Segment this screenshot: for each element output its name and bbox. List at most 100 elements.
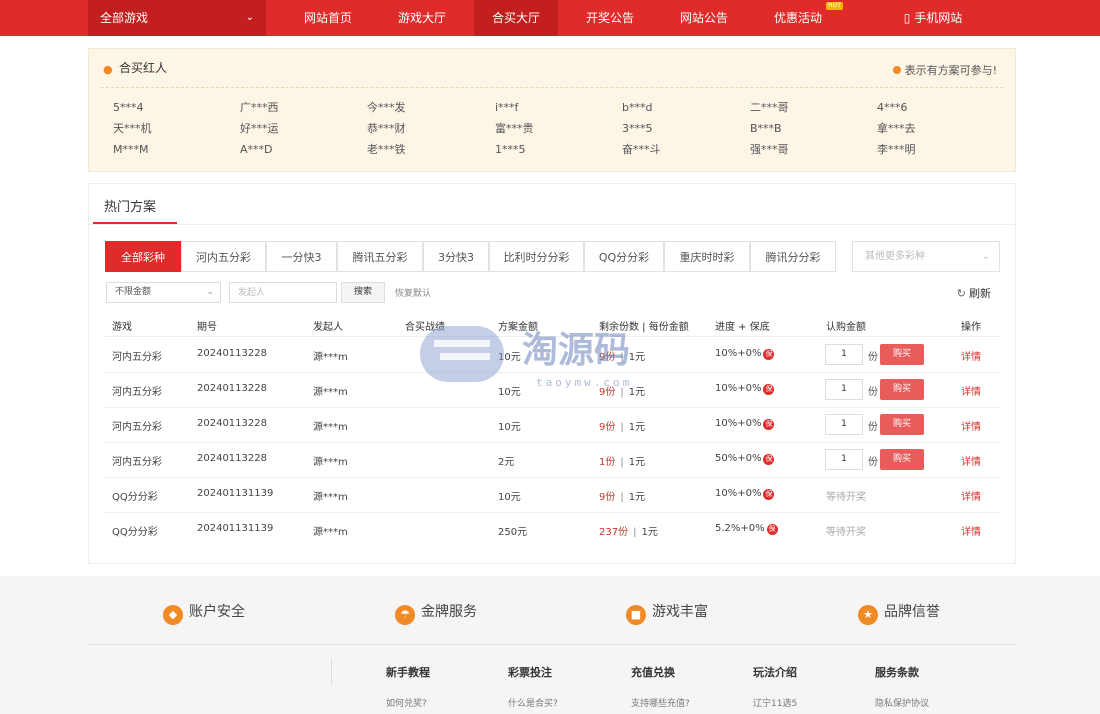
- red-person-name[interactable]: 3***5: [622, 122, 653, 135]
- footer-link[interactable]: 什么是合买?: [508, 696, 558, 709]
- red-person-name[interactable]: M***M: [113, 143, 148, 156]
- all-games-dropdown[interactable]: 全部游戏 ⌄: [88, 0, 266, 36]
- shield-icon: ◆: [163, 605, 183, 625]
- per-share-amount: 1元: [641, 527, 658, 538]
- red-person-name[interactable]: 富***贵: [495, 122, 534, 135]
- progress-value: 10%+0%: [715, 418, 762, 429]
- red-person-name[interactable]: 李***明: [877, 143, 916, 156]
- guarantee-icon: 保: [763, 489, 775, 500]
- search-button[interactable]: 搜索: [341, 282, 385, 303]
- separator: |: [633, 527, 637, 538]
- detail-link[interactable]: 详情: [961, 488, 981, 503]
- red-person-name[interactable]: A***D: [240, 143, 273, 156]
- red-person-name[interactable]: 今***发: [367, 101, 406, 114]
- red-person-name[interactable]: B***B: [750, 122, 782, 135]
- red-person-name[interactable]: 4***6: [877, 101, 908, 114]
- lottery-tab[interactable]: 一分快3: [266, 241, 337, 272]
- red-person-name[interactable]: i***f: [495, 101, 518, 114]
- col-progress: 进度 + 保底: [715, 322, 770, 333]
- row-game: 河内五分彩: [112, 457, 162, 468]
- red-person-name[interactable]: 1***5: [495, 143, 526, 156]
- row-issue: 20240113228: [197, 348, 267, 359]
- red-person-name[interactable]: 广***西: [240, 101, 279, 114]
- divider: [88, 644, 1016, 645]
- row-plan-amount: 10元: [498, 422, 521, 433]
- nav-mobile-label: 手机网站: [914, 11, 963, 25]
- lottery-tab[interactable]: QQ分分彩: [584, 241, 664, 272]
- row-progress: 10%+0% 保: [715, 348, 775, 360]
- per-share-amount: 1元: [628, 422, 646, 433]
- all-games-label: 全部游戏: [100, 11, 149, 25]
- quantity-input[interactable]: 1: [825, 379, 863, 400]
- separator: |: [620, 387, 624, 398]
- feature-label: 品牌信誉: [884, 604, 940, 620]
- col-action: 操作: [961, 322, 981, 333]
- quantity-input[interactable]: 1: [825, 344, 863, 365]
- buy-button[interactable]: 购买: [880, 414, 924, 435]
- quantity-input[interactable]: 1: [825, 449, 863, 470]
- detail-link[interactable]: 详情: [961, 418, 981, 433]
- red-person-name[interactable]: 恭***财: [367, 122, 406, 135]
- detail-link[interactable]: 详情: [961, 383, 981, 398]
- progress-value: 10%+0%: [715, 488, 762, 499]
- refresh-icon: ↻: [956, 287, 966, 300]
- buy-button[interactable]: 购买: [880, 379, 924, 400]
- divider: [103, 512, 1001, 513]
- amount-filter-select[interactable]: 不限金额 ⌄: [106, 282, 221, 303]
- row-game: QQ分分彩: [112, 527, 158, 538]
- detail-link[interactable]: 详情: [961, 453, 981, 468]
- buy-button[interactable]: 购买: [880, 449, 924, 470]
- buy-button[interactable]: 购买: [880, 344, 924, 365]
- nav-draw-notice[interactable]: 开奖公告: [568, 0, 652, 36]
- red-person-name[interactable]: b***d: [622, 101, 652, 114]
- guarantee-icon: 保: [763, 349, 775, 360]
- separator: |: [620, 422, 624, 433]
- footer-col-title: 彩票投注: [508, 666, 552, 679]
- lottery-tab[interactable]: 3分快3: [423, 241, 489, 272]
- refresh-button[interactable]: ↻ 刷新: [957, 285, 991, 301]
- row-plan-amount: 2元: [498, 457, 515, 468]
- row-plan-amount: 10元: [498, 492, 521, 503]
- feature-label: 金牌服务: [421, 604, 477, 620]
- footer-link[interactable]: 如何兑奖?: [386, 696, 427, 709]
- quantity-input[interactable]: 1: [825, 414, 863, 435]
- red-person-name[interactable]: 奋***斗: [622, 143, 661, 156]
- red-person-name[interactable]: 老***铁: [367, 143, 406, 156]
- detail-link[interactable]: 详情: [961, 523, 981, 538]
- lottery-tab[interactable]: 腾讯分分彩: [750, 241, 836, 272]
- lottery-tab[interactable]: 河内五分彩: [181, 241, 266, 272]
- nav-home[interactable]: 网站首页: [286, 0, 370, 36]
- nav-mobile-site[interactable]: ▯ 手机网站: [886, 0, 980, 36]
- feature-brand-reputation: ★ 品牌信誉: [858, 602, 940, 625]
- footer-col-title: 充值兑换: [631, 666, 675, 679]
- per-share-amount: 1元: [628, 387, 646, 398]
- red-person-name[interactable]: 拿***去: [877, 122, 916, 135]
- red-person-name[interactable]: 强***哥: [750, 143, 789, 156]
- divider: [103, 442, 1001, 443]
- footer-link[interactable]: 辽宁11选5: [753, 696, 797, 709]
- red-person-name[interactable]: 好***运: [240, 122, 279, 135]
- red-person-name[interactable]: 二***哥: [750, 101, 789, 114]
- reset-link[interactable]: 恢复默认: [395, 286, 431, 299]
- more-lottery-select[interactable]: 其他更多彩种 ⌄: [852, 241, 1000, 272]
- row-progress: 10%+0% 保: [715, 418, 775, 430]
- nav-site-notice[interactable]: 网站公告: [662, 0, 746, 36]
- footer-link[interactable]: 隐私保护协议: [875, 696, 929, 709]
- divider: [103, 477, 1001, 478]
- row-remaining: 1份 | 1元: [599, 453, 645, 468]
- detail-link[interactable]: 详情: [961, 348, 981, 363]
- nav-group-buy-hall[interactable]: 合买大厅: [474, 0, 558, 36]
- lottery-tab[interactable]: 腾讯五分彩: [337, 241, 423, 272]
- nav-game-hall[interactable]: 游戏大厅: [380, 0, 464, 36]
- red-person-name[interactable]: 5***4: [113, 101, 144, 114]
- footer-link[interactable]: 支持哪些充值?: [631, 696, 690, 709]
- row-remaining: 237份 | 1元: [599, 523, 658, 538]
- lottery-tab[interactable]: 全部彩种: [105, 241, 181, 272]
- lottery-tab[interactable]: 重庆时时彩: [664, 241, 750, 272]
- col-issue: 期号: [197, 322, 217, 333]
- lottery-tab[interactable]: 比利时分分彩: [489, 241, 584, 272]
- red-person-name[interactable]: 天***机: [113, 122, 152, 135]
- row-progress: 10%+0% 保: [715, 488, 775, 500]
- feature-account-security: ◆ 账户安全: [163, 602, 245, 625]
- initiator-input[interactable]: [229, 282, 337, 303]
